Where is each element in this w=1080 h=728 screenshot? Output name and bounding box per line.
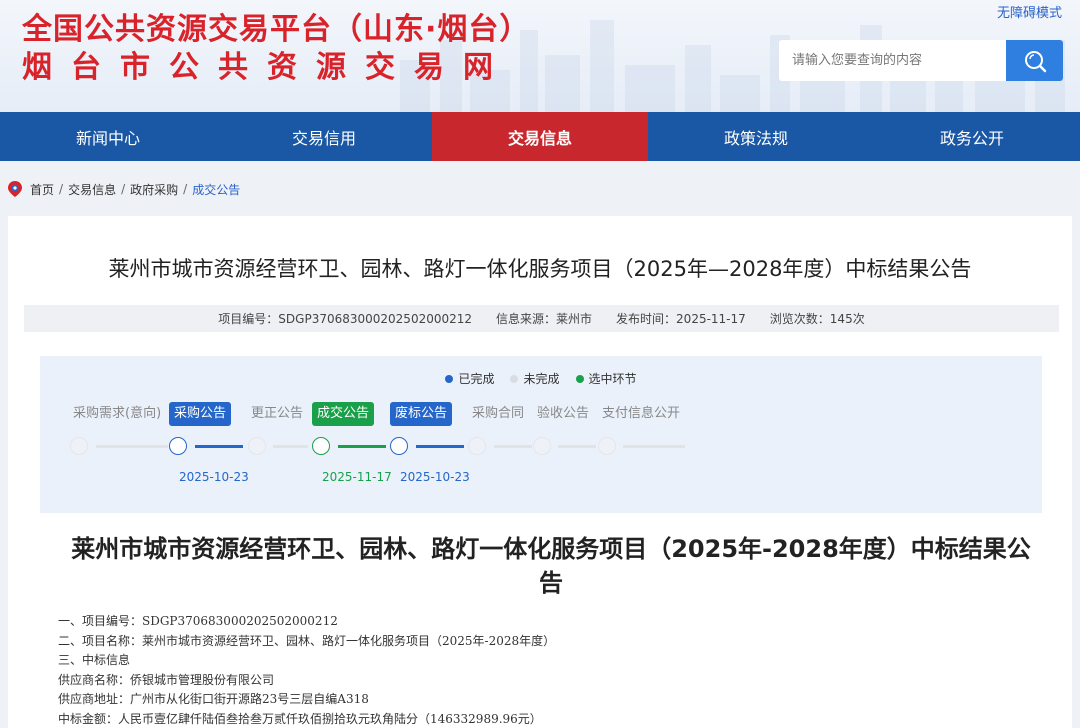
step-connector — [195, 445, 243, 448]
doc-line-supplier-address: 供应商地址：广州市从化街口街开源路23号三层自编A318 — [58, 692, 369, 706]
breadcrumb: 首页 / 交易信息 / 政府采购 / 成交公告 — [8, 180, 240, 198]
done-dot-icon — [445, 374, 454, 383]
step-connector — [96, 445, 168, 448]
main-nav: 新闻中心 交易信用 交易信息 政策法规 政务公开 — [0, 112, 1080, 161]
step-label-procurement-contract[interactable]: 采购合同 — [472, 402, 524, 426]
legend-done-label: 已完成 — [458, 372, 495, 386]
step-label-procurement-notice[interactable]: 采购公告 — [169, 402, 232, 426]
legend-selected-label: 选中环节 — [588, 372, 637, 386]
step-connector — [494, 445, 532, 448]
accessible-mode-link[interactable]: 无障碍模式 — [997, 2, 1062, 21]
document-body: 一、项目编号：SDGP370683000202502000212 二、项目名称：… — [58, 612, 1038, 728]
search-input[interactable] — [779, 40, 1006, 81]
step-label-deal-notice[interactable]: 成交公告 — [312, 402, 375, 426]
doc-line-project-number: 一、项目编号：SDGP370683000202502000212 — [58, 614, 338, 628]
step-node-procurement-notice[interactable] — [169, 437, 187, 455]
step-node-procurement-contract[interactable] — [468, 437, 486, 455]
site-title-secondary: 烟台市公共资源交易网 — [22, 50, 512, 85]
nav-item-policy[interactable]: 政策法规 — [648, 112, 864, 161]
breadcrumb-home[interactable]: 首页 — [30, 181, 54, 198]
step-node-deal-notice[interactable] — [312, 437, 330, 455]
doc-line-supplier-name: 供应商名称：侨银城市管理股份有限公司 — [58, 672, 275, 687]
doc-line-winner-section: 三、中标信息 — [58, 653, 131, 667]
nav-item-news[interactable]: 新闻中心 — [0, 112, 216, 161]
meta-source: 信息来源：莱州市 — [496, 312, 593, 326]
step-label-correction-notice[interactable]: 更正公告 — [251, 402, 303, 426]
breadcrumb-trading-info[interactable]: 交易信息 — [68, 181, 116, 198]
meta-view-count: 浏览次数：145次 — [769, 312, 865, 326]
nav-item-trading-info[interactable]: 交易信息 — [432, 112, 648, 161]
nav-item-government-affairs[interactable]: 政务公开 — [864, 112, 1080, 161]
selected-dot-icon — [575, 374, 584, 383]
doc-line-winning-amount: 中标金额：人民币壹亿肆仟陆佰叁拾叁万贰仟玖佰捌拾玖元玖角陆分（146332989… — [58, 711, 542, 726]
nav-item-credit[interactable]: 交易信用 — [216, 112, 432, 161]
progress-legend: 已完成 未完成 选中环节 — [40, 370, 1042, 387]
site-header: 全国公共资源交易平台（山东·烟台） 烟台市公共资源交易网 无障碍模式 — [0, 0, 1080, 112]
breadcrumb-separator: / — [183, 182, 188, 196]
step-node-invalid-bid-notice[interactable] — [390, 437, 408, 455]
doc-line-project-name: 二、项目名称：莱州市城市资源经营环卫、园林、路灯一体化服务项目（2025年-20… — [58, 633, 556, 648]
step-connector — [623, 445, 685, 448]
search-box — [779, 40, 1063, 81]
step-date-invalid-bid-notice: 2025-10-23 — [400, 470, 470, 484]
article-meta: 项目编号：SDGP370683000202502000212 信息来源：莱州市 … — [24, 305, 1059, 332]
document-title: 莱州市城市资源经营环卫、园林、路灯一体化服务项目（2025年-2028年度）中标… — [71, 535, 1031, 597]
step-label-procurement-demand[interactable]: 采购需求(意向) — [73, 402, 161, 426]
step-node-acceptance-notice[interactable] — [533, 437, 551, 455]
breadcrumb-current[interactable]: 成交公告 — [192, 181, 240, 198]
step-node-correction-notice[interactable] — [248, 437, 266, 455]
legend-todo: 未完成 — [510, 370, 560, 387]
breadcrumb-separator: / — [59, 182, 64, 196]
meta-project-number: 项目编号：SDGP370683000202502000212 — [218, 312, 473, 326]
meta-publish-time: 发布时间：2025-11-17 — [616, 312, 746, 326]
step-node-procurement-demand[interactable] — [70, 437, 88, 455]
search-button[interactable] — [1006, 40, 1063, 81]
search-icon — [1024, 50, 1046, 72]
step-label-payment-disclosure[interactable]: 支付信息公开 — [602, 402, 680, 426]
step-node-payment-disclosure[interactable] — [598, 437, 616, 455]
step-date-deal-notice: 2025-11-17 — [322, 470, 392, 484]
breadcrumb-government-procurement[interactable]: 政府采购 — [130, 181, 178, 198]
todo-dot-icon — [510, 374, 519, 383]
step-connector — [416, 445, 464, 448]
step-label-acceptance-notice[interactable]: 验收公告 — [537, 402, 589, 426]
legend-todo-label: 未完成 — [523, 372, 560, 386]
step-label-invalid-bid-notice[interactable]: 废标公告 — [390, 402, 453, 426]
article-container: 莱州市城市资源经营环卫、园林、路灯一体化服务项目（2025年—2028年度）中标… — [8, 216, 1072, 728]
location-pin-icon — [8, 181, 22, 197]
page-title: 莱州市城市资源经营环卫、园林、路灯一体化服务项目（2025年—2028年度）中标… — [108, 257, 972, 281]
procurement-progress-panel: 已完成 未完成 选中环节 采购需求(意向) 采购公告 更正公告 成交公告 废标公… — [40, 356, 1042, 513]
breadcrumb-separator: / — [121, 182, 126, 196]
step-connector — [338, 445, 386, 448]
step-connector — [273, 445, 308, 448]
legend-selected: 选中环节 — [575, 370, 637, 387]
step-connector — [558, 445, 596, 448]
step-date-procurement-notice: 2025-10-23 — [179, 470, 249, 484]
legend-done: 已完成 — [445, 370, 494, 387]
